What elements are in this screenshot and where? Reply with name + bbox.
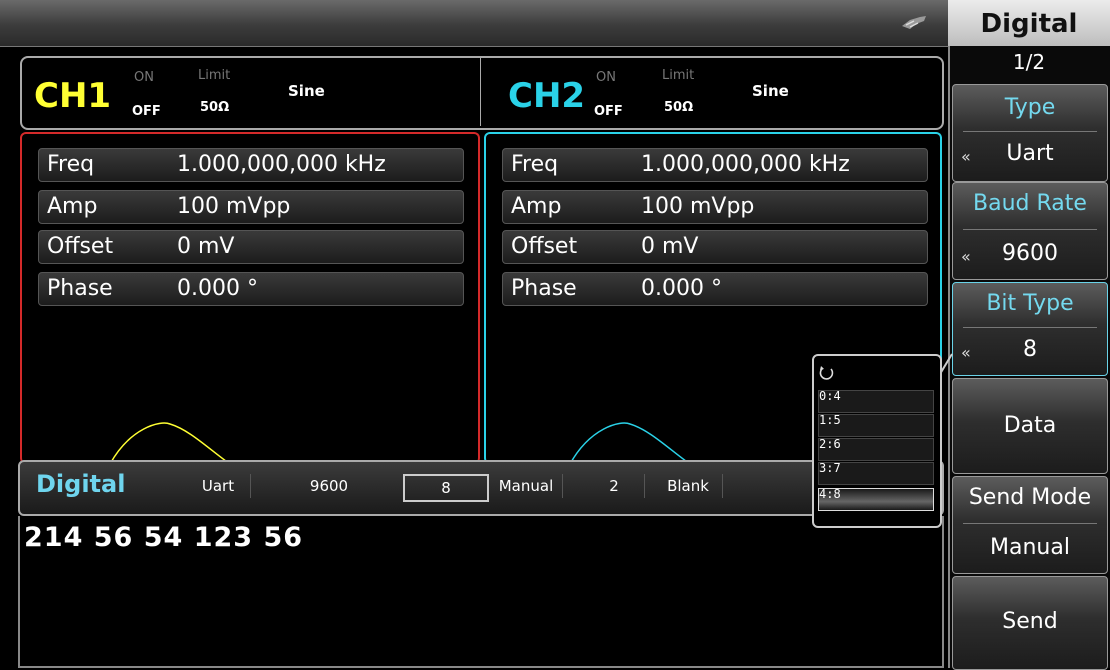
field-separator [644,474,645,498]
ch2-on-label: ON [596,70,616,85]
field-separator [250,474,251,498]
type-label: Type [1004,95,1056,120]
type-softkey[interactable]: Type « Uart [952,84,1108,182]
field-separator [562,474,563,498]
ch1-amp-row[interactable]: Amp 100 mVpp [38,190,464,224]
ch1-name[interactable]: CH1 [34,76,111,116]
ch1-param-value: 1.000,000,000 kHz [177,152,386,177]
ch2-impedance: 50Ω [664,100,694,115]
ch2-param-name: Freq [511,152,559,177]
popup-pointer [940,353,953,375]
usb-icon [902,16,926,29]
digital-bit-type-field[interactable]: 8 [403,474,489,502]
baud-rate-softkey[interactable]: Baud Rate « 9600 [952,182,1108,280]
digital-type-field[interactable]: Uart [186,474,250,498]
ch1-off-label: OFF [132,104,161,119]
ch2-param-value: 0.000 ° [641,276,722,301]
ch1-param-value: 0.000 ° [177,276,258,301]
popup-item[interactable]: 2:6 [818,438,934,461]
channel-header-divider [480,58,481,126]
ch2-param-value: 100 mVpp [641,194,755,219]
menu-title: Digital [948,0,1110,46]
popup-item-selected[interactable]: 4:8 [818,488,934,511]
bit-type-label: Bit Type [986,291,1074,316]
data-content[interactable]: 214 56 54 123 56 [24,522,303,553]
send-mode-value: Manual [990,535,1070,560]
ch2-param-value: 1.000,000,000 kHz [641,152,850,177]
ch1-impedance: 50Ω [200,100,230,115]
digital-parity-field[interactable]: Blank [654,474,722,498]
ch2-phase-row[interactable]: Phase 0.000 ° [502,272,928,306]
digital-label: Digital [36,470,126,498]
ch1-param-name: Freq [47,152,95,177]
ch2-offset-row[interactable]: Offset 0 mV [502,230,928,264]
digital-send-mode-field[interactable]: Manual [490,474,562,498]
send-label: Send [1002,609,1058,634]
ch2-param-name: Offset [511,234,578,259]
ch1-on-label: ON [134,70,154,85]
ch2-waveform: Sine [752,82,789,100]
bit-type-value: 8 [1023,337,1037,362]
ch1-freq-row[interactable]: Freq 1.000,000,000 kHz [38,148,464,182]
ch2-name[interactable]: CH2 [508,76,585,116]
popup-item[interactable]: 0:4 [818,390,934,413]
field-separator [722,474,723,498]
ch2-amp-row[interactable]: Amp 100 mVpp [502,190,928,224]
ch1-param-name: Offset [47,234,114,259]
data-label: Data [1003,413,1057,438]
send-softkey[interactable]: Send [952,576,1108,670]
ch2-off-label: OFF [594,104,623,119]
ch2-waveform-preview [569,422,691,464]
popup-item[interactable]: 3:7 [818,462,934,485]
popup-item[interactable]: 1:5 [818,414,934,437]
digital-baud-field[interactable]: 9600 [300,474,358,498]
ch2-param-value: 0 mV [641,234,699,259]
top-status-bar [0,0,948,47]
ch1-limit-label: Limit [198,68,231,83]
bit-type-softkey[interactable]: Bit Type « 8 [952,282,1108,376]
ch1-param-name: Phase [47,276,113,301]
ch1-phase-row[interactable]: Phase 0.000 ° [38,272,464,306]
ch2-param-name: Phase [511,276,577,301]
ch1-param-name: Amp [47,194,98,219]
ch2-limit-label: Limit [662,68,695,83]
baud-rate-value: 9600 [1002,241,1058,266]
type-value: Uart [1006,141,1054,166]
ch1-param-value: 100 mVpp [177,194,291,219]
digital-stop-bit-field[interactable]: 2 [584,474,644,498]
data-softkey[interactable]: Data [952,378,1108,474]
ch1-param-value: 0 mV [177,234,235,259]
ch1-waveform: Sine [288,82,325,100]
ch1-offset-row[interactable]: Offset 0 mV [38,230,464,264]
ch2-freq-row[interactable]: Freq 1.000,000,000 kHz [502,148,928,182]
baud-rate-label: Baud Rate [973,191,1087,216]
ch1-waveform-preview [109,422,231,464]
menu-page-indicator: 1/2 [1012,50,1046,74]
send-mode-label: Send Mode [968,485,1092,510]
ch2-param-name: Amp [511,194,562,219]
send-mode-softkey[interactable]: Send Mode Manual [952,476,1108,574]
refresh-icon[interactable] [818,364,836,382]
